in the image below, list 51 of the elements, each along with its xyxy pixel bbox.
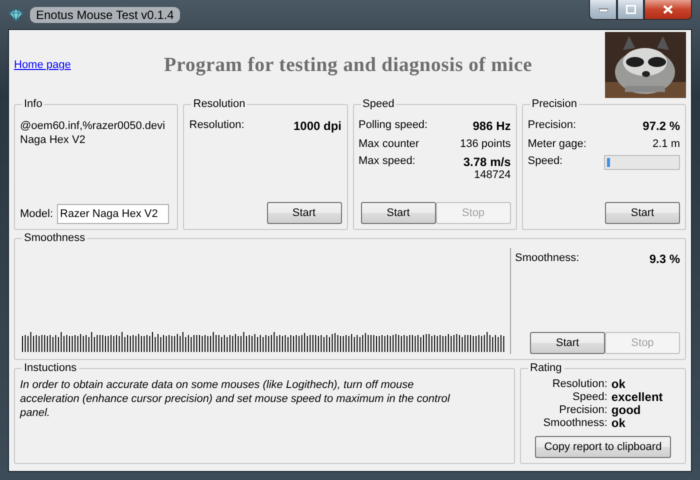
stat-label: Smoothness: [515,252,580,264]
start-button[interactable]: Start [605,202,680,224]
group-title: Smoothness [23,232,86,244]
group-title: Rating [529,362,563,374]
app-icon [8,8,24,22]
rating-value: ok [611,378,626,391]
rating-label: Precision: [558,404,608,417]
start-button[interactable]: Start [530,332,605,354]
stat-label: Max counter [358,138,420,150]
program-heading: Program for testing and diagnosis of mice [164,54,534,76]
minimize-icon [598,8,608,12]
copy-report-button[interactable]: Copy report to clipboard [535,436,671,458]
stat-value: 97.2 % [642,119,680,133]
stat-label: Speed: [528,155,563,167]
stat-label: Polling speed: [358,119,428,131]
home-page-link[interactable]: Home page [14,59,154,71]
instructions-text: In order to obtain accurate data on some mouses (like Logithech), turn off mouse acceleration (enhance cursor precision) and set mouse speed to maximum in the control panel. [20,378,451,420]
rating-label: Speed: [572,391,608,404]
window-title: Enotus Mouse Test v0.1.4 [30,6,180,22]
stat-value: 1000 dpi [293,119,342,133]
counter-value: 148724 [474,169,511,181]
rating-value: good [611,404,642,417]
group-title: Speed [362,98,396,110]
model-field[interactable]: Razer Naga Hex V2 [57,204,170,224]
rating-label: Smoothness: [543,417,608,430]
close-button[interactable] [644,0,692,20]
stat-value: 9.3 % [649,252,680,266]
device-info: Naga Hex V2 [20,133,86,147]
rating-value: ok [611,417,626,430]
model-label: Model: [20,208,54,220]
stat-value: 3.78 m/s [463,155,511,169]
maximize-button[interactable] [617,0,644,20]
stat-value: 2.1 m [652,138,680,150]
close-icon [663,5,673,14]
rating-label: Resolution: [551,378,608,391]
group-title: Precision [530,98,578,110]
stat-label: Meter gage: [528,138,586,150]
stat-label: Precision: [528,119,576,131]
stat-value: 136 points [460,138,511,150]
stat-label: Resolution: [189,119,244,131]
stat-label: Max speed: [358,155,416,167]
maximize-icon [626,5,636,14]
group-title: Instuctions [23,362,78,374]
stat-value: 986 Hz [472,119,511,133]
start-button[interactable]: Start [266,202,342,224]
start-button[interactable]: Start [360,202,436,224]
rating-value: excellent [611,391,663,404]
device-info: @oem60.inf,%razer0050.devi [20,119,166,133]
group-title: Resolution [192,98,246,110]
group-title: Info [23,98,44,110]
minimize-button[interactable] [589,0,617,20]
